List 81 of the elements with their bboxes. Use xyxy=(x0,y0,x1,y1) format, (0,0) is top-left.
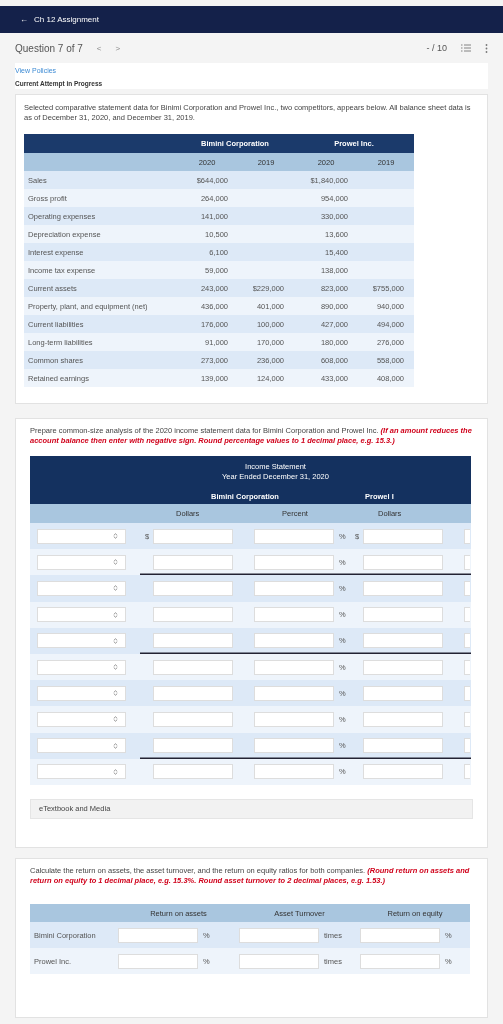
input-field[interactable] xyxy=(254,685,334,701)
input-field[interactable] xyxy=(153,633,233,649)
input-field[interactable] xyxy=(464,764,470,780)
dropdown[interactable] xyxy=(37,633,126,649)
input-field[interactable] xyxy=(153,738,233,754)
table-header xyxy=(456,504,471,523)
table-cell xyxy=(358,225,414,243)
updown-caret-icon xyxy=(113,716,118,723)
dropdown[interactable] xyxy=(37,711,126,727)
score: - / 10 xyxy=(426,43,447,53)
input-field[interactable] xyxy=(464,633,470,649)
input-field[interactable] xyxy=(118,927,198,943)
input-field[interactable] xyxy=(363,659,443,675)
updown-caret-icon xyxy=(113,533,118,540)
input-field[interactable] xyxy=(239,953,319,969)
input-field[interactable] xyxy=(254,633,334,649)
input-field[interactable] xyxy=(464,685,470,701)
list-icon[interactable] xyxy=(461,44,471,52)
table-cell xyxy=(358,207,414,225)
input-field[interactable] xyxy=(464,659,470,675)
dropdown[interactable] xyxy=(37,580,126,596)
input-field[interactable] xyxy=(254,580,334,596)
input-field[interactable] xyxy=(464,711,470,727)
assignment-title: Ch 12 Assignment xyxy=(34,15,99,24)
table-cell xyxy=(358,171,414,189)
input-field[interactable] xyxy=(153,580,233,596)
input-field[interactable] xyxy=(153,528,233,544)
input-field[interactable] xyxy=(153,685,233,701)
updown-caret-icon xyxy=(113,742,118,749)
input-field[interactable] xyxy=(363,528,443,544)
dropdown[interactable] xyxy=(37,554,126,570)
input-field[interactable] xyxy=(360,927,440,943)
question-label: Question 7 of 7 xyxy=(15,42,83,54)
input-field[interactable] xyxy=(464,738,470,754)
input-field[interactable] xyxy=(254,738,334,754)
input-field[interactable] xyxy=(363,607,443,623)
dropdown[interactable] xyxy=(37,659,126,675)
table-cell xyxy=(358,261,414,279)
dropdown[interactable] xyxy=(37,685,126,701)
input-field[interactable] xyxy=(363,764,443,780)
dropdown[interactable] xyxy=(37,528,126,544)
input-field[interactable] xyxy=(363,554,443,570)
input-field[interactable] xyxy=(153,607,233,623)
input-field[interactable] xyxy=(239,927,319,943)
table-cell xyxy=(358,243,414,261)
updown-caret-icon xyxy=(113,559,118,566)
updown-caret-icon xyxy=(113,611,118,618)
dropdown[interactable] xyxy=(37,607,126,623)
dropdown[interactable] xyxy=(37,764,126,780)
input-field[interactable] xyxy=(464,580,470,596)
next-button[interactable]: > xyxy=(115,43,121,53)
previous-button[interactable]: < xyxy=(96,43,102,53)
input-field[interactable] xyxy=(254,607,334,623)
input-field[interactable] xyxy=(153,711,233,727)
updown-caret-icon xyxy=(113,690,118,697)
input-field[interactable] xyxy=(360,953,440,969)
input-field[interactable] xyxy=(254,659,334,675)
input-field[interactable] xyxy=(254,528,334,544)
more-icon[interactable] xyxy=(485,43,488,53)
input-field[interactable] xyxy=(363,738,443,754)
back-arrow-icon[interactable]: ← xyxy=(20,15,28,24)
table-cell xyxy=(358,189,414,207)
input-field[interactable] xyxy=(153,764,233,780)
input-field[interactable] xyxy=(254,554,334,570)
input-field[interactable] xyxy=(254,711,334,727)
input-field[interactable] xyxy=(464,607,470,623)
updown-caret-icon xyxy=(113,585,118,592)
input-field[interactable] xyxy=(153,659,233,675)
input-field[interactable] xyxy=(118,953,198,969)
input-field[interactable] xyxy=(464,554,470,570)
input-field[interactable] xyxy=(363,633,443,649)
input-field[interactable] xyxy=(363,711,443,727)
updown-caret-icon xyxy=(113,768,118,775)
input-field[interactable] xyxy=(464,528,470,544)
updown-caret-icon xyxy=(113,637,118,644)
input-field[interactable] xyxy=(363,580,443,596)
input-field[interactable] xyxy=(153,554,233,570)
updown-caret-icon xyxy=(113,664,118,671)
input-field[interactable] xyxy=(254,764,334,780)
dropdown[interactable] xyxy=(37,738,126,754)
input-field[interactable] xyxy=(363,685,443,701)
